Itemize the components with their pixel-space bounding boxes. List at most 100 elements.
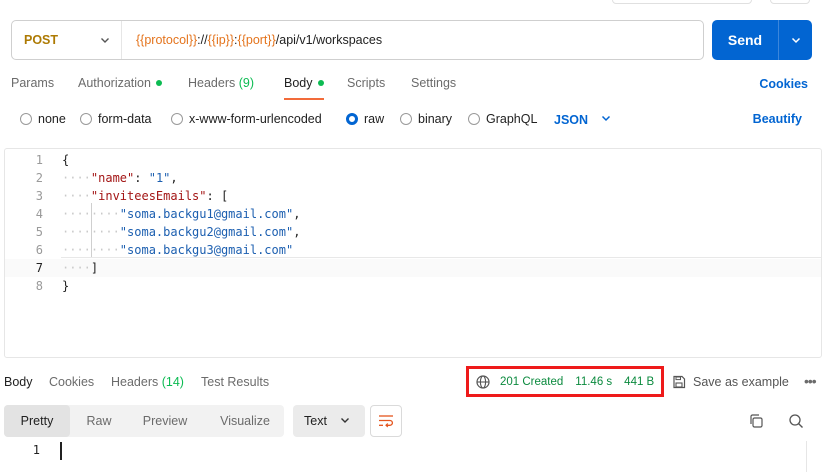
beautify-link[interactable]: Beautify	[753, 112, 802, 126]
body-type-binary[interactable]: binary	[400, 112, 452, 126]
body-type-form-data-label: form-data	[98, 112, 152, 126]
body-type-binary-label: binary	[418, 112, 453, 126]
code-text: }	[62, 279, 69, 293]
tab-scripts[interactable]: Scripts	[347, 76, 385, 90]
body-status-dot	[317, 79, 324, 86]
response-status-summary: 201 Created 11.46 s 441 B	[466, 366, 664, 397]
body-type-selector: none form-data x-www-form-urlencoded raw…	[20, 112, 810, 130]
body-type-graphql-label: GraphQL	[486, 112, 538, 126]
radio-form-data[interactable]	[80, 113, 92, 125]
json-string: "soma.backgu2@gmail.com"	[119, 225, 294, 239]
text-cursor	[60, 442, 62, 460]
request-url-bar: POST {{protocol}}://{{ip}}:{{port}}/api/…	[11, 20, 813, 60]
line-number: 8	[35, 279, 43, 293]
radio-urlencoded[interactable]	[171, 113, 183, 125]
whitespace-marker: ········	[62, 207, 120, 221]
code-line[interactable]: 1{	[5, 151, 821, 169]
globe-icon[interactable]	[476, 374, 490, 389]
view-visualize[interactable]: Visualize	[208, 405, 282, 437]
top-toolbar-button-left[interactable]	[612, 0, 752, 4]
body-type-form-data[interactable]: form-data	[80, 112, 152, 126]
view-raw[interactable]: Raw	[76, 405, 122, 437]
view-preview[interactable]: Preview	[130, 405, 200, 437]
copy-icon[interactable]	[748, 413, 764, 429]
radio-graphql[interactable]	[468, 113, 480, 125]
send-options-chevron-icon[interactable]	[779, 34, 812, 46]
chevron-down-icon	[600, 112, 612, 127]
tab-test-results[interactable]: Test Results	[201, 375, 269, 389]
radio-raw[interactable]	[346, 113, 358, 125]
tab-body[interactable]: Body	[284, 76, 324, 90]
json-string: "soma.backgu3@gmail.com"	[119, 243, 294, 257]
url-path: /api/v1/workspaces	[275, 33, 383, 47]
wrap-lines-button[interactable]	[370, 405, 402, 437]
response-time[interactable]: 11.46 s	[575, 376, 612, 388]
tab-response-headers[interactable]: Headers (14)	[111, 375, 184, 389]
code-line[interactable]: 4 ········"soma.backgu1@gmail.com",	[5, 205, 821, 223]
code-text: ····]	[62, 261, 98, 275]
code-line[interactable]: 8}	[5, 277, 821, 295]
code-line[interactable]: 3 ····"inviteesEmails": [	[5, 187, 821, 205]
tab-response-headers-label: Headers	[111, 375, 159, 389]
json-punctuation: {	[62, 153, 70, 167]
format-select[interactable]: Text	[293, 405, 365, 437]
url-var-ip: {{ip}}	[207, 33, 235, 47]
code-line[interactable]: 5 ········"soma.backgu2@gmail.com",	[5, 223, 821, 241]
whitespace-marker: ····	[62, 171, 91, 185]
line-number: 2	[35, 171, 43, 185]
body-type-none[interactable]: none	[20, 112, 66, 126]
code-line[interactable]: 7 ····]	[5, 259, 821, 277]
response-body-editor[interactable]: 1	[0, 441, 836, 472]
response-headers-count: (14)	[161, 375, 184, 389]
radio-none[interactable]	[20, 113, 32, 125]
send-button-label: Send	[727, 32, 763, 48]
method-label: POST	[24, 33, 59, 47]
more-options-icon[interactable]: •••	[804, 373, 817, 389]
format-select-label: Text	[304, 414, 327, 428]
body-type-raw[interactable]: raw	[346, 112, 384, 126]
tab-params[interactable]: Params	[11, 76, 54, 90]
response-size[interactable]: 441 B	[624, 376, 654, 388]
line-number: 1	[35, 153, 43, 167]
whitespace-marker: ········	[62, 243, 120, 257]
method-select[interactable]: POST	[12, 21, 122, 59]
tab-headers[interactable]: Headers (9)	[188, 76, 254, 90]
body-type-none-label: none	[38, 112, 66, 126]
code-line[interactable]: 6 ········"soma.backgu3@gmail.com"	[5, 241, 821, 259]
url-var-port: {{port}}	[237, 33, 276, 47]
line-number: 5	[35, 225, 43, 239]
status-code[interactable]: 201 Created	[500, 376, 563, 388]
json-punctuation: ,	[170, 171, 178, 185]
tab-response-cookies[interactable]: Cookies	[49, 375, 94, 389]
body-type-urlencoded-label: x-www-form-urlencoded	[189, 112, 322, 126]
top-toolbar-remnants	[0, 0, 836, 8]
body-type-raw-label: raw	[364, 112, 385, 126]
tab-settings[interactable]: Settings	[411, 76, 456, 90]
json-punctuation: ]	[90, 261, 99, 275]
body-type-graphql[interactable]: GraphQL	[468, 112, 537, 126]
code-line[interactable]: 2 ····"name": "1",	[5, 169, 821, 187]
radio-binary[interactable]	[400, 113, 412, 125]
cookies-link[interactable]: Cookies	[759, 77, 808, 91]
line-number: 7	[35, 261, 43, 275]
save-as-example-button[interactable]: Save as example	[672, 375, 789, 389]
url-input[interactable]: {{protocol}}://{{ip}}:{{port}}/api/v1/wo…	[122, 33, 382, 47]
send-button[interactable]: Send	[712, 20, 812, 60]
search-icon[interactable]	[788, 413, 804, 429]
line-number: 6	[35, 243, 43, 257]
tab-response-body[interactable]: Body	[4, 375, 33, 389]
view-pretty[interactable]: Pretty	[4, 405, 70, 437]
code-text: ····"inviteesEmails": [	[62, 189, 228, 203]
top-toolbar-button-right[interactable]	[770, 0, 810, 4]
response-editor-scroll-edge	[806, 441, 807, 472]
json-key: "name"	[90, 171, 135, 185]
tab-authorization[interactable]: Authorization	[78, 76, 162, 90]
tab-headers-label: Headers	[188, 76, 236, 90]
json-punctuation: }	[62, 279, 70, 293]
json-punctuation: : [	[206, 189, 229, 203]
tab-body-label: Body	[284, 76, 313, 90]
body-type-urlencoded[interactable]: x-www-form-urlencoded	[171, 112, 322, 126]
language-select[interactable]: JSON	[554, 112, 612, 127]
chevron-down-icon	[339, 414, 351, 429]
request-body-editor[interactable]: 1{2 ····"name": "1", 3 ····"inviteesEmails"…	[4, 148, 822, 358]
